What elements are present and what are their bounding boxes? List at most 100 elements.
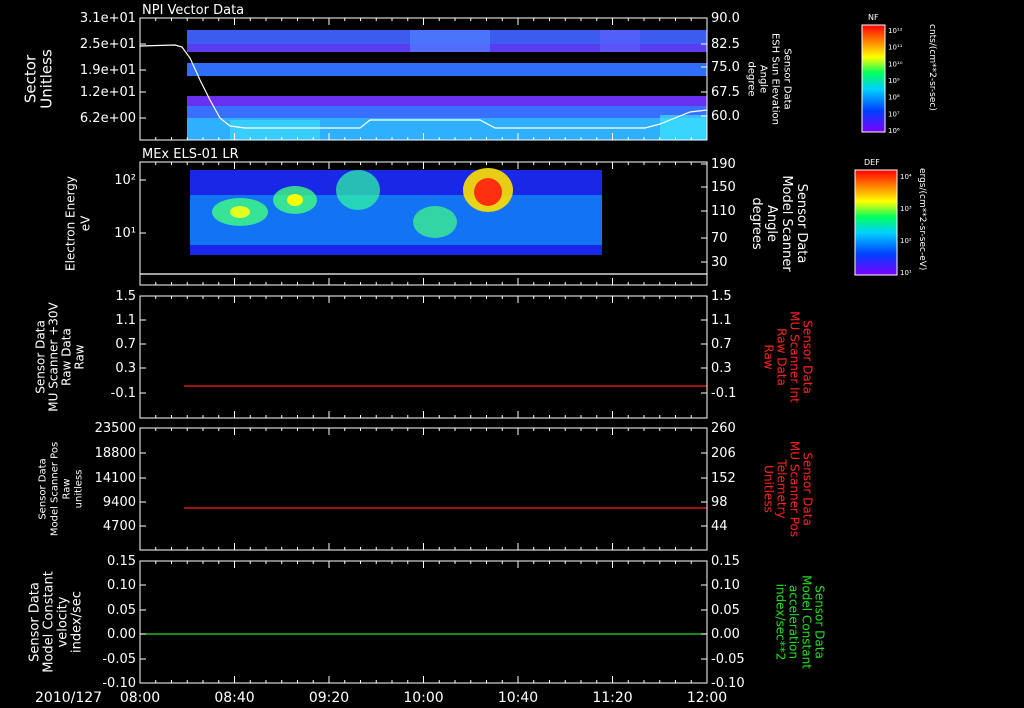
right-tick-label: 206 <box>711 446 736 461</box>
right-axis-label: degrees <box>749 197 764 250</box>
left-tick-label: 18800 <box>95 446 136 461</box>
right-tick-label: 150 <box>711 180 736 195</box>
right-tick-label: -0.10 <box>711 676 745 691</box>
left-tick-label: 0.10 <box>107 578 136 593</box>
right-axis-label: Raw <box>761 344 775 369</box>
right-axis-label: Angle <box>764 205 779 242</box>
right-tick-label: -0.05 <box>711 652 745 667</box>
colorbar-tick-label: 10¹ <box>900 269 912 277</box>
left-tick-label: 9400 <box>103 495 136 510</box>
colorbar-tick-label: 10⁷ <box>888 110 900 118</box>
colorbar-def-title: DEF <box>864 158 880 167</box>
right-axis-label: Unitless <box>761 465 775 513</box>
left-tick-label: 0.3 <box>115 361 136 376</box>
right-tick-label: 67.5 <box>711 85 740 100</box>
left-tick-label: 2.5e+01 <box>80 37 136 52</box>
panel-5: 0.15 0.10 0.05 0.00 -0.05 -0.10 0.15 0.10 0.05 0.… <box>28 554 827 691</box>
left-tick-label: 23500 <box>95 421 136 436</box>
right-axis-label: Raw Data <box>774 328 788 386</box>
colorbar-tick-label: 10⁶ <box>888 127 900 135</box>
left-tick-label: 10² <box>114 173 136 188</box>
left-axis-label: velocity <box>56 596 71 647</box>
left-tick-label: 0.00 <box>107 627 136 642</box>
right-tick-label: 90.0 <box>711 11 740 26</box>
left-axis-label: MU Scanner +30V <box>47 302 61 412</box>
left-tick-label: 0.05 <box>107 603 136 618</box>
right-axis-label: Sensor Data <box>800 452 814 526</box>
left-tick-label: 1.2e+01 <box>80 85 136 100</box>
right-axis-label: Sensor Data <box>782 48 793 109</box>
panel-2-title: MEx ELS-01 LR <box>142 147 239 162</box>
colorbar-def: DEF 10⁴ 10³ 10² 10¹ ergs/(cm**2-sr-sec-eV) <box>854 158 927 277</box>
right-tick-label: 75.0 <box>711 60 740 75</box>
x-tick-label: 09:20 <box>309 690 349 706</box>
colorbar-tick-label: 10⁹ <box>888 77 900 85</box>
right-tick-label: 70 <box>711 231 728 246</box>
left-axis-label: Electron Energy <box>64 176 78 271</box>
panel-1-title: NPI Vector Data <box>142 3 244 18</box>
right-tick-label: 0.7 <box>711 337 732 352</box>
colorbar-nf-title: NF <box>868 13 879 22</box>
panel-2-spectrogram <box>140 168 707 276</box>
right-axis-label: Model Constant <box>799 575 813 669</box>
right-axis-label: Model Scanner <box>779 175 794 272</box>
right-axis-label: Sensor Data <box>812 585 826 659</box>
left-tick-label: 6.2e+00 <box>80 111 136 126</box>
right-axis-label: Sensor Data <box>800 320 814 394</box>
colorbar-tick-label: 10⁴ <box>900 173 912 181</box>
right-tick-label: -0.1 <box>711 386 736 401</box>
panel-4-frame <box>139 427 708 551</box>
x-tick-label: 10:40 <box>498 690 538 706</box>
left-axis-label: Unitless <box>37 49 55 109</box>
left-axis-label: eV <box>79 215 93 231</box>
left-tick-label: -0.1 <box>111 386 136 401</box>
right-axis-label: Sensor Data <box>794 184 809 264</box>
right-axis-label: ESH Sun Elevation <box>770 33 781 125</box>
right-tick-label: 98 <box>711 495 728 510</box>
left-tick-label: 1.9e+01 <box>80 63 136 78</box>
colorbar-tick-label: 10¹¹ <box>888 44 903 52</box>
left-axis-label: Raw Data <box>60 328 74 386</box>
right-axis-label: degree <box>746 61 757 96</box>
plot-canvas: NPI Vector Data MEx ELS-01 LR NF 10¹² 10¹… <box>21 3 937 706</box>
right-tick-label: 190 <box>711 157 736 172</box>
right-tick-label: 44 <box>711 519 728 534</box>
colorbar-tick-label: 10¹⁰ <box>888 60 903 68</box>
right-tick-label: 82.5 <box>711 37 740 52</box>
x-tick-label: 08:00 <box>120 690 160 706</box>
left-tick-label: 0.7 <box>115 337 136 352</box>
left-axis-label: Model Scanner Pos <box>50 442 61 536</box>
left-axis-label: index/sec <box>70 591 85 653</box>
x-tick-label: 10:00 <box>403 690 443 706</box>
right-tick-label: 1.5 <box>711 289 732 304</box>
right-tick-label: 110 <box>711 204 736 219</box>
right-tick-label: 0.10 <box>711 578 740 593</box>
right-tick-label: 0.3 <box>711 361 732 376</box>
right-tick-label: 0.00 <box>711 627 740 642</box>
colorbar-tick-label: 10¹² <box>888 27 903 35</box>
x-tick-label: 11:20 <box>592 690 632 706</box>
right-axis-label: MU Scanner Pos <box>787 441 801 537</box>
panel-3-frame <box>139 295 708 419</box>
left-tick-label: 1.1 <box>115 313 136 328</box>
panel-1-spectrogram <box>139 30 708 140</box>
panel-5-frame <box>139 560 708 684</box>
left-axis-label: Sensor Data <box>28 582 43 662</box>
left-axis-label: Sensor Data <box>34 320 48 394</box>
right-axis-label: MU Scanner Int <box>787 311 801 403</box>
panel-4: 23500 18800 14100 9400 4700 260 206 152 98 44 Sens… <box>38 421 814 551</box>
x-axis-date: 2010/127 <box>35 690 102 706</box>
right-tick-label: 0.15 <box>711 554 740 569</box>
right-tick-label: 30 <box>711 255 728 270</box>
left-axis-label: Raw <box>73 344 87 369</box>
left-axis-label: Sensor Data <box>38 458 49 519</box>
left-tick-label: 3.1e+01 <box>80 11 136 26</box>
left-tick-label: 4700 <box>103 519 136 534</box>
right-axis-label: index/sec**2 <box>773 584 787 661</box>
right-axis-label: acceleration <box>786 585 800 659</box>
colorbar-tick-label: 10² <box>900 237 912 245</box>
left-axis-label: Model Constant <box>42 571 57 673</box>
right-tick-label: 0.05 <box>711 603 740 618</box>
right-axis-label: Angle <box>758 65 769 93</box>
colorbar-nf-unit: cnts/(cm**2-sr-sec) <box>927 24 937 111</box>
